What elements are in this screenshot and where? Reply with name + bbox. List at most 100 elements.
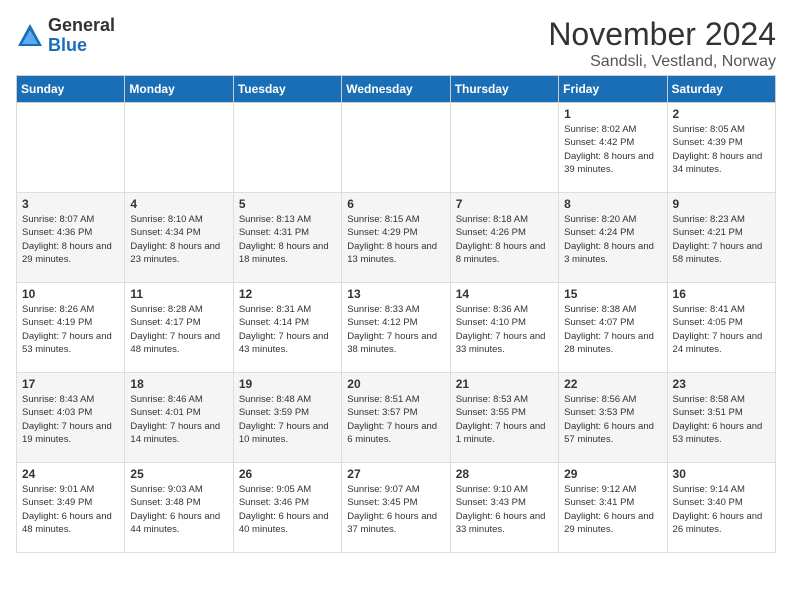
day-info: Sunrise: 8:38 AM Sunset: 4:07 PM Dayligh… bbox=[564, 303, 661, 356]
calendar-cell: 13 Sunrise: 8:33 AM Sunset: 4:12 PM Dayli… bbox=[342, 283, 450, 373]
day-info: Sunrise: 8:48 AM Sunset: 3:59 PM Dayligh… bbox=[239, 393, 336, 446]
day-info: Sunrise: 8:46 AM Sunset: 4:01 PM Dayligh… bbox=[130, 393, 227, 446]
calendar-cell bbox=[450, 103, 558, 193]
calendar-cell bbox=[17, 103, 125, 193]
calendar-cell bbox=[125, 103, 233, 193]
calendar-cell: 6 Sunrise: 8:15 AM Sunset: 4:29 PM Daylig… bbox=[342, 193, 450, 283]
day-info: Sunrise: 9:03 AM Sunset: 3:48 PM Dayligh… bbox=[130, 483, 227, 536]
title-area: November 2024 Sandsli, Vestland, Norway bbox=[548, 16, 776, 71]
day-number: 24 bbox=[22, 467, 119, 481]
calendar-header: Sunday Monday Tuesday Wednesday Thursday… bbox=[17, 76, 776, 103]
calendar-cell: 28 Sunrise: 9:10 AM Sunset: 3:43 PM Dayli… bbox=[450, 463, 558, 553]
calendar-week-row: 1 Sunrise: 8:02 AM Sunset: 4:42 PM Daylig… bbox=[17, 103, 776, 193]
day-number: 18 bbox=[130, 377, 227, 391]
day-number: 5 bbox=[239, 197, 336, 211]
day-number: 25 bbox=[130, 467, 227, 481]
calendar-cell: 1 Sunrise: 8:02 AM Sunset: 4:42 PM Daylig… bbox=[559, 103, 667, 193]
day-number: 29 bbox=[564, 467, 661, 481]
calendar-cell: 2 Sunrise: 8:05 AM Sunset: 4:39 PM Daylig… bbox=[667, 103, 775, 193]
calendar-cell: 8 Sunrise: 8:20 AM Sunset: 4:24 PM Daylig… bbox=[559, 193, 667, 283]
day-number: 19 bbox=[239, 377, 336, 391]
day-info: Sunrise: 9:14 AM Sunset: 3:40 PM Dayligh… bbox=[673, 483, 770, 536]
calendar-cell: 3Sunrise: 8:07 AM Sunset: 4:36 PM Daylig… bbox=[17, 193, 125, 283]
day-info: Sunrise: 8:41 AM Sunset: 4:05 PM Dayligh… bbox=[673, 303, 770, 356]
calendar-cell: 26Sunrise: 9:05 AM Sunset: 3:46 PM Dayli… bbox=[233, 463, 341, 553]
day-info: Sunrise: 9:10 AM Sunset: 3:43 PM Dayligh… bbox=[456, 483, 553, 536]
calendar-week-row: 3Sunrise: 8:07 AM Sunset: 4:36 PM Daylig… bbox=[17, 193, 776, 283]
day-number: 7 bbox=[456, 197, 553, 211]
calendar-cell: 23Sunrise: 8:58 AM Sunset: 3:51 PM Dayli… bbox=[667, 373, 775, 463]
calendar-cell: 16 Sunrise: 8:41 AM Sunset: 4:05 PM Dayli… bbox=[667, 283, 775, 373]
calendar-week-row: 10 Sunrise: 8:26 AM Sunset: 4:19 PM Dayli… bbox=[17, 283, 776, 373]
calendar-cell: 19 Sunrise: 8:48 AM Sunset: 3:59 PM Dayli… bbox=[233, 373, 341, 463]
day-number: 9 bbox=[673, 197, 770, 211]
header-monday: Monday bbox=[125, 76, 233, 103]
day-info: Sunrise: 9:12 AM Sunset: 3:41 PM Dayligh… bbox=[564, 483, 661, 536]
header-wednesday: Wednesday bbox=[342, 76, 450, 103]
day-info: Sunrise: 8:20 AM Sunset: 4:24 PM Dayligh… bbox=[564, 213, 661, 266]
day-number: 15 bbox=[564, 287, 661, 301]
day-info: Sunrise: 8:33 AM Sunset: 4:12 PM Dayligh… bbox=[347, 303, 444, 356]
day-number: 11 bbox=[130, 287, 227, 301]
day-number: 17 bbox=[22, 377, 119, 391]
day-number: 14 bbox=[456, 287, 553, 301]
calendar-cell: 9 Sunrise: 8:23 AM Sunset: 4:21 PM Daylig… bbox=[667, 193, 775, 283]
calendar-cell: 27 Sunrise: 9:07 AM Sunset: 3:45 PM Dayli… bbox=[342, 463, 450, 553]
day-number: 22 bbox=[564, 377, 661, 391]
day-number: 27 bbox=[347, 467, 444, 481]
day-number: 13 bbox=[347, 287, 444, 301]
calendar-week-row: 17Sunrise: 8:43 AM Sunset: 4:03 PM Dayli… bbox=[17, 373, 776, 463]
day-number: 20 bbox=[347, 377, 444, 391]
day-info: Sunrise: 8:36 AM Sunset: 4:10 PM Dayligh… bbox=[456, 303, 553, 356]
calendar-cell: 17Sunrise: 8:43 AM Sunset: 4:03 PM Dayli… bbox=[17, 373, 125, 463]
day-number: 2 bbox=[673, 107, 770, 121]
day-info: Sunrise: 8:23 AM Sunset: 4:21 PM Dayligh… bbox=[673, 213, 770, 266]
calendar-body: 1 Sunrise: 8:02 AM Sunset: 4:42 PM Daylig… bbox=[17, 103, 776, 553]
logo: General Blue bbox=[16, 16, 115, 56]
day-number: 1 bbox=[564, 107, 661, 121]
day-info: Sunrise: 8:18 AM Sunset: 4:26 PM Dayligh… bbox=[456, 213, 553, 266]
day-info: Sunrise: 8:53 AM Sunset: 3:55 PM Dayligh… bbox=[456, 393, 553, 446]
calendar-week-row: 24 Sunrise: 9:01 AM Sunset: 3:49 PM Dayli… bbox=[17, 463, 776, 553]
day-number: 4 bbox=[130, 197, 227, 211]
page-header: General Blue November 2024 Sandsli, Vest… bbox=[16, 16, 776, 71]
day-info: Sunrise: 8:51 AM Sunset: 3:57 PM Dayligh… bbox=[347, 393, 444, 446]
day-number: 6 bbox=[347, 197, 444, 211]
day-info: Sunrise: 9:07 AM Sunset: 3:45 PM Dayligh… bbox=[347, 483, 444, 536]
day-info: Sunrise: 9:05 AM Sunset: 3:46 PM Dayligh… bbox=[239, 483, 336, 536]
day-info: Sunrise: 8:07 AM Sunset: 4:36 PM Dayligh… bbox=[22, 213, 119, 266]
calendar-cell bbox=[342, 103, 450, 193]
calendar-cell: 25 Sunrise: 9:03 AM Sunset: 3:48 PM Dayli… bbox=[125, 463, 233, 553]
calendar-cell: 10 Sunrise: 8:26 AM Sunset: 4:19 PM Dayli… bbox=[17, 283, 125, 373]
calendar-cell: 30 Sunrise: 9:14 AM Sunset: 3:40 PM Dayli… bbox=[667, 463, 775, 553]
day-number: 12 bbox=[239, 287, 336, 301]
logo-text: General Blue bbox=[48, 16, 115, 56]
header-friday: Friday bbox=[559, 76, 667, 103]
calendar-cell: 11Sunrise: 8:28 AM Sunset: 4:17 PM Dayli… bbox=[125, 283, 233, 373]
calendar-cell: 18 Sunrise: 8:46 AM Sunset: 4:01 PM Dayli… bbox=[125, 373, 233, 463]
day-info: Sunrise: 8:15 AM Sunset: 4:29 PM Dayligh… bbox=[347, 213, 444, 266]
calendar-cell: 14 Sunrise: 8:36 AM Sunset: 4:10 PM Dayli… bbox=[450, 283, 558, 373]
day-number: 8 bbox=[564, 197, 661, 211]
day-info: Sunrise: 8:13 AM Sunset: 4:31 PM Dayligh… bbox=[239, 213, 336, 266]
logo-icon bbox=[16, 22, 44, 50]
day-number: 23 bbox=[673, 377, 770, 391]
calendar-table: Sunday Monday Tuesday Wednesday Thursday… bbox=[16, 75, 776, 553]
day-info: Sunrise: 8:26 AM Sunset: 4:19 PM Dayligh… bbox=[22, 303, 119, 356]
calendar-cell: 24 Sunrise: 9:01 AM Sunset: 3:49 PM Dayli… bbox=[17, 463, 125, 553]
day-info: Sunrise: 8:56 AM Sunset: 3:53 PM Dayligh… bbox=[564, 393, 661, 446]
calendar-cell: 12Sunrise: 8:31 AM Sunset: 4:14 PM Dayli… bbox=[233, 283, 341, 373]
calendar-cell bbox=[233, 103, 341, 193]
calendar-cell: 4Sunrise: 8:10 AM Sunset: 4:34 PM Daylig… bbox=[125, 193, 233, 283]
day-number: 16 bbox=[673, 287, 770, 301]
day-number: 30 bbox=[673, 467, 770, 481]
day-info: Sunrise: 9:01 AM Sunset: 3:49 PM Dayligh… bbox=[22, 483, 119, 536]
header-thursday: Thursday bbox=[450, 76, 558, 103]
day-number: 10 bbox=[22, 287, 119, 301]
day-number: 28 bbox=[456, 467, 553, 481]
header-tuesday: Tuesday bbox=[233, 76, 341, 103]
header-row: Sunday Monday Tuesday Wednesday Thursday… bbox=[17, 76, 776, 103]
day-info: Sunrise: 8:02 AM Sunset: 4:42 PM Dayligh… bbox=[564, 123, 661, 176]
calendar-cell: 21Sunrise: 8:53 AM Sunset: 3:55 PM Dayli… bbox=[450, 373, 558, 463]
day-info: Sunrise: 8:05 AM Sunset: 4:39 PM Dayligh… bbox=[673, 123, 770, 176]
